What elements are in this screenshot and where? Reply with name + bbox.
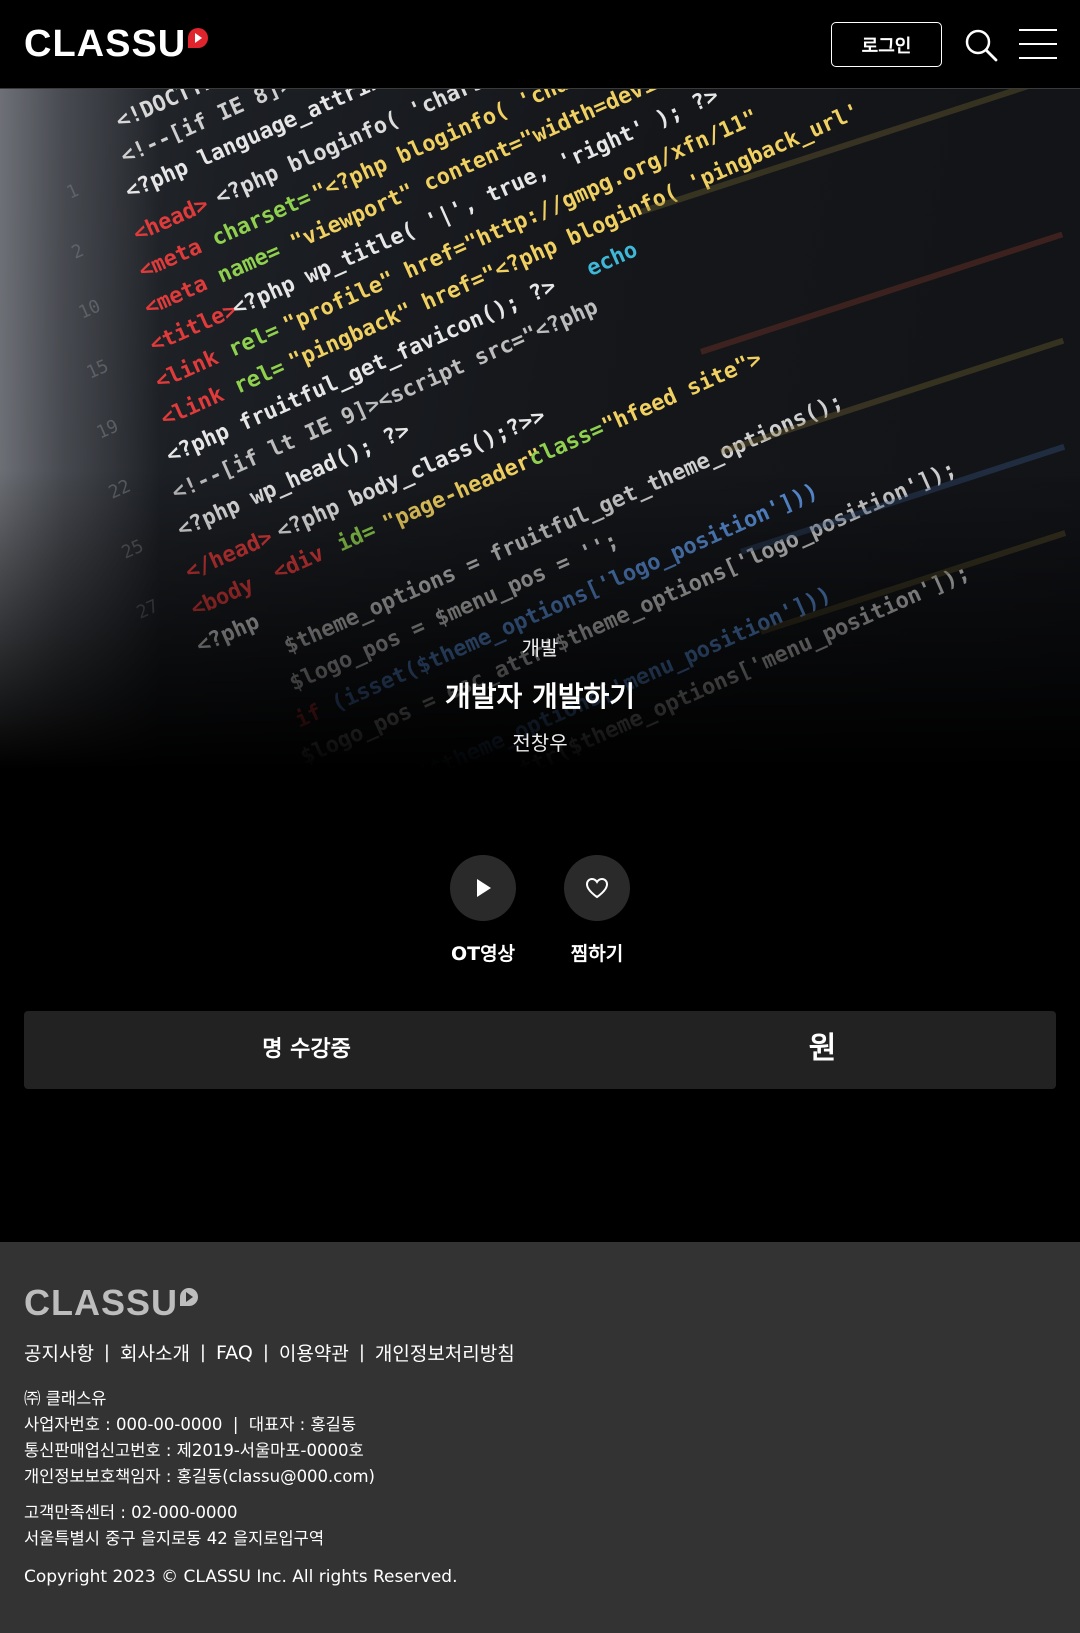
business-info: 사업자번호 : 000-00-0000 | 대표자 : 홍길동 [24,1415,357,1434]
heart-icon [585,877,609,899]
ot-video-button[interactable]: OT영상 [423,855,543,966]
course-title: 개발자 개발하기 [444,680,636,713]
course-price: 원 [808,1031,837,1066]
enroll-info-bar[interactable]: 명 수강중 원 [24,1011,1056,1089]
site-header: CLASSU 로그인 [0,0,1080,89]
svg-text:"hfeed site">: "hfeed site"> [598,346,765,439]
svg-text:19: 19 [93,416,121,444]
wishlist-label: 찜하기 [570,943,624,965]
site-footer: CLASSU 공지사항 | 회사소개 | FAQ | 이용약관 | 개인정보처리… [0,1242,1080,1633]
footer-link-about[interactable]: 회사소개 [120,1339,190,1366]
footer-separator: | [199,1342,206,1363]
footer-logo: CLASSU [24,1282,199,1324]
footer-separator: | [262,1342,269,1363]
footer-separator: | [103,1342,110,1363]
search-icon[interactable] [964,28,998,62]
menu-icon[interactable] [1019,28,1057,60]
svg-text:1: 1 [63,180,81,204]
company-info: ㈜ 클래스유 사업자번호 : 000-00-0000 | 대표자 : 홍길동 통… [24,1386,375,1490]
logo-text: CLASSU [24,23,187,65]
course-instructor: 전창우 [512,731,568,755]
company-address: 서울특별시 중구 을지로동 42 을지로입구역 [24,1529,325,1548]
svg-text:<head>: <head> [130,192,213,247]
play-icon [477,879,491,897]
svg-text:15: 15 [83,356,111,384]
students-count: 명 수강중 [262,1037,351,1062]
ecommerce-registration: 통신판매업신고번호 : 제2019-서울마포-0000호 [24,1441,364,1460]
svg-text:10: 10 [75,296,103,324]
copyright: Copyright 2023 © CLASSU Inc. All rights … [24,1567,458,1587]
course-hero: <!DOCTYPE html> <!--[if IE 8]> class="ie… [0,89,1080,769]
privacy-officer: 개인정보보호책임자 : 홍길동(classu@000.com) [24,1467,375,1486]
heart-icon-circle[interactable] [564,855,630,921]
classu-logo[interactable]: CLASSU [24,22,209,66]
company-name: ㈜ 클래스유 [24,1389,107,1408]
course-category: 개발 [521,636,559,660]
cs-center: 고객만족센터 : 02-000-0000 [24,1503,238,1522]
footer-link-notice[interactable]: 공지사항 [24,1339,94,1366]
footer-link-privacy[interactable]: 개인정보처리방침 [375,1339,515,1366]
footer-link-terms[interactable]: 이용약관 [279,1339,349,1366]
login-button[interactable]: 로그인 [831,22,942,67]
wishlist-button[interactable]: 찜하기 [537,855,657,966]
svg-text:echo: echo [583,237,642,281]
play-icon-circle[interactable] [450,855,516,921]
footer-link-faq[interactable]: FAQ [216,1342,253,1364]
ot-video-label: OT영상 [450,943,516,965]
footer-logo-text: CLASSU [24,1282,179,1323]
hero-gradient-overlay [0,469,1080,769]
footer-separator: | [358,1342,365,1363]
footer-nav: 공지사항 | 회사소개 | FAQ | 이용약관 | 개인정보처리방침 [24,1339,515,1366]
contact-info: 고객만족센터 : 02-000-0000 서울특별시 중구 을지로동 42 을지… [24,1500,324,1552]
logo-play-icon [188,28,209,48]
footer-logo-play-icon [180,1288,199,1306]
svg-text:2: 2 [68,240,86,264]
